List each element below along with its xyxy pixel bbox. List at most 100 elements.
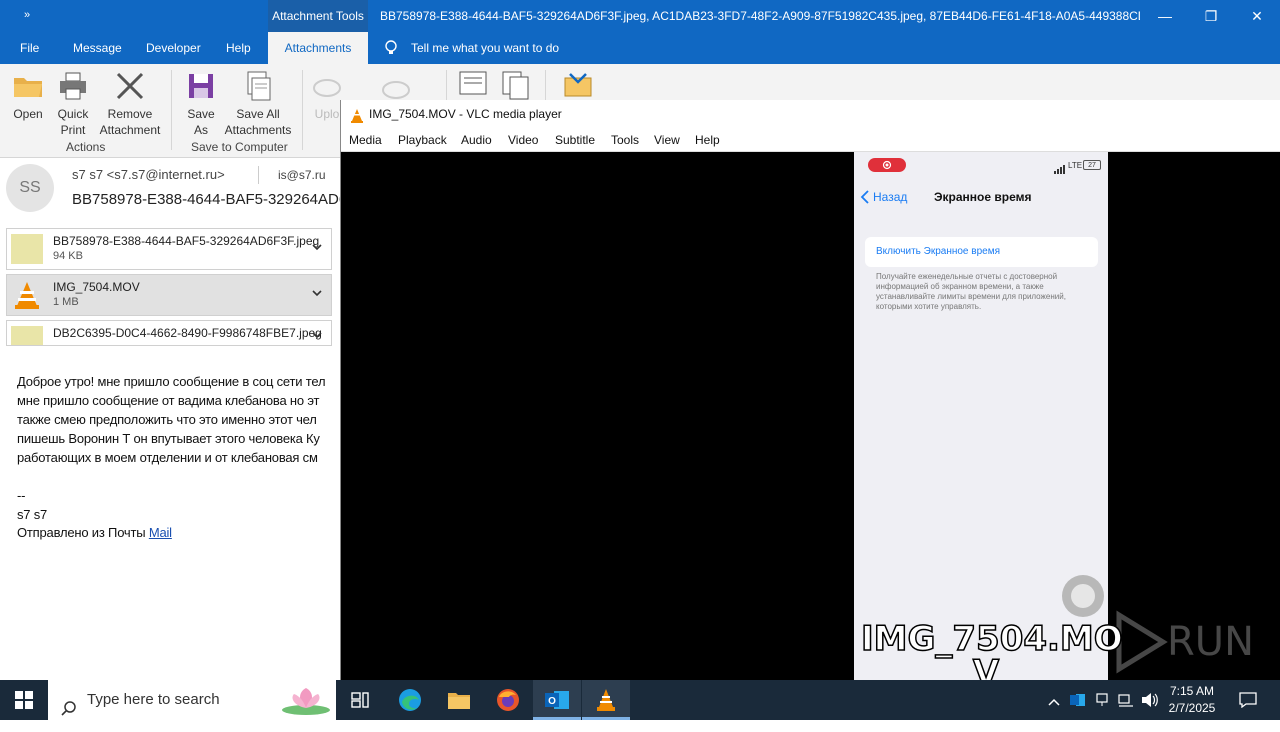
tab-developer[interactable]: Developer [146,32,201,64]
outlook-titlebar: » Attachment Tools BB758978-E388-4644-BA… [0,0,1280,32]
notifications-icon[interactable] [1228,680,1268,720]
save-as-button[interactable]: Save As [180,70,222,138]
description-line: Получайте еженедельные отчеты с достовер… [876,272,1058,281]
ribbon-separator [302,70,303,150]
chevron-down-icon[interactable] [311,287,323,302]
ribbon-separator [171,70,172,150]
vlc-window-title: IMG_7504.MOV - VLC media player [369,107,562,121]
lightbulb-icon [384,40,398,56]
attachment-name: DB2C6395-D0C4-4662-8490-F9986748FBE7.jpe… [53,326,322,340]
overlay-line: IMG_7504.MO [860,619,1123,659]
volume-icon[interactable] [1138,680,1162,720]
select-all-icon[interactable] [458,70,490,100]
image-thumbnail [11,234,43,264]
enable-screen-time-link: Включить Экранное время [876,246,1000,257]
save-all-attachments-button[interactable]: Save All Attachments [222,70,294,138]
tab-message[interactable]: Message [73,32,122,64]
quick-access-toolbar-expand[interactable]: » [24,9,30,21]
signature-sent-from: Отправлено из Почты Mail [17,525,172,540]
overlay-line: V [972,653,1000,680]
search-icon [61,692,77,716]
attachment-name: BB758978-E388-4644-BAF5-329264AD6F3F.jpe… [53,234,320,248]
cloud-icon [311,70,343,102]
anyrun-watermark: RUN [1111,607,1254,677]
remove-x-icon [114,70,146,102]
copy-icon[interactable] [500,70,532,100]
start-button[interactable] [0,680,48,720]
vlc-menu-tools[interactable]: Tools [611,128,639,152]
save-all-label-2: Attachments [224,123,292,137]
sender[interactable]: s7 s7 <s7.s7@internet.ru> [72,167,225,182]
tell-me-search[interactable]: Tell me what you want to do [411,32,559,64]
upload-button[interactable]: Uplo [310,70,344,122]
tab-file[interactable]: File [20,32,39,64]
attachment-item[interactable]: DB2C6395-D0C4-4662-8490-F9986748FBE7.jpe… [6,320,332,346]
show-message-icon[interactable] [562,70,594,100]
vlc-window: IMG_7504.MOV - VLC media player Media Pl… [340,100,1280,680]
vlc-titlebar: IMG_7504.MOV - VLC media player [341,100,1280,128]
firefox-icon[interactable] [484,680,532,720]
body-line: также смею предположить что это именно э… [17,412,317,427]
vlc-menu-audio[interactable]: Audio [461,128,492,152]
remove-label-2: Attachment [99,123,161,137]
close-button[interactable]: ✕ [1234,0,1280,32]
vlc-menu-subtitle[interactable]: Subtitle [555,128,595,152]
minimize-button[interactable]: — [1142,0,1188,32]
outlook-tray-icon[interactable] [1066,680,1090,720]
vlc-menu-help[interactable]: Help [695,128,720,152]
quick-print-button[interactable]: Quick Print [53,70,93,138]
vlc-menu-media[interactable]: Media [349,128,382,152]
printer-icon [57,70,89,102]
floppy-icon [185,70,217,102]
save-as-label-1: Save [187,107,215,121]
file-explorer-icon[interactable] [435,680,483,720]
open-button[interactable]: Open [8,70,48,122]
watermark-text: RUN [1167,619,1254,665]
network-icon[interactable] [1114,680,1138,720]
vlc-taskbar-icon[interactable] [582,680,630,720]
recipient[interactable]: is@s7.ru [278,168,326,182]
attachment-item[interactable]: IMG_7504.MOV 1 MB [6,274,332,316]
clock-time: 7:15 AM [1169,684,1215,698]
tab-attachments[interactable]: Attachments [268,32,368,64]
filename-overlay: IMG_7504.MO V [860,619,1123,680]
body-line: Доброе утро! мне пришло сообщение в соц … [17,374,326,389]
sent-from-text: Отправлено из Почты [17,525,146,540]
attachment-name: IMG_7504.MOV [53,280,140,294]
remove-label-1: Remove [107,107,153,121]
video-area[interactable]: LTE 27 Назад Экранное время Включить Экр… [341,152,1280,680]
chevron-down-icon[interactable] [311,329,323,344]
vlc-menu-video[interactable]: Video [508,128,538,152]
assistive-touch-button [1062,575,1104,617]
edge-icon[interactable] [386,680,434,720]
chevron-left-icon [860,190,870,204]
divider [258,166,259,184]
vlc-menu-view[interactable]: View [654,128,680,152]
restore-button[interactable]: ❐ [1188,0,1234,32]
remove-attachment-button[interactable]: Remove Attachment [96,70,164,138]
vlc-cone-icon [11,280,43,310]
vlc-menubar: Media Playback Audio Video Subtitle Tool… [341,128,1280,152]
signature-name: s7 s7 [17,507,48,522]
group-label-save: Save to Computer [191,140,288,154]
vlc-menu-playback[interactable]: Playback [398,128,447,152]
body-line: пишешь Воронин Т он впутывает этого чело… [17,431,320,446]
vlc-cone-icon [349,106,365,123]
description-line: устанавливайте лимиты времени для прилож… [876,292,1066,301]
attachment-item[interactable]: BB758978-E388-4644-BAF5-329264AD6F3F.jpe… [6,228,332,270]
task-view-icon[interactable] [336,680,384,720]
save-all-icon [242,70,274,102]
taskbar-clock[interactable]: 7:15 AM 2/7/2025 [1162,683,1222,717]
phone-screen: LTE 27 Назад Экранное время Включить Экр… [854,152,1108,680]
tab-help[interactable]: Help [226,32,251,64]
lotus-flower-icon [272,684,332,716]
network-share-icon[interactable] [1090,680,1114,720]
chevron-up-icon[interactable] [1042,680,1066,720]
avatar: SS [6,164,54,212]
taskbar-search[interactable]: Type here to search [48,680,336,720]
message-subject: BB758978-E388-4644-BAF5-329264AD6 [72,191,348,208]
mail-link[interactable]: Mail [149,525,172,540]
group-label-actions: Actions [66,140,106,154]
outlook-taskbar-icon[interactable]: O [533,680,581,720]
chevron-down-icon[interactable] [311,241,323,256]
